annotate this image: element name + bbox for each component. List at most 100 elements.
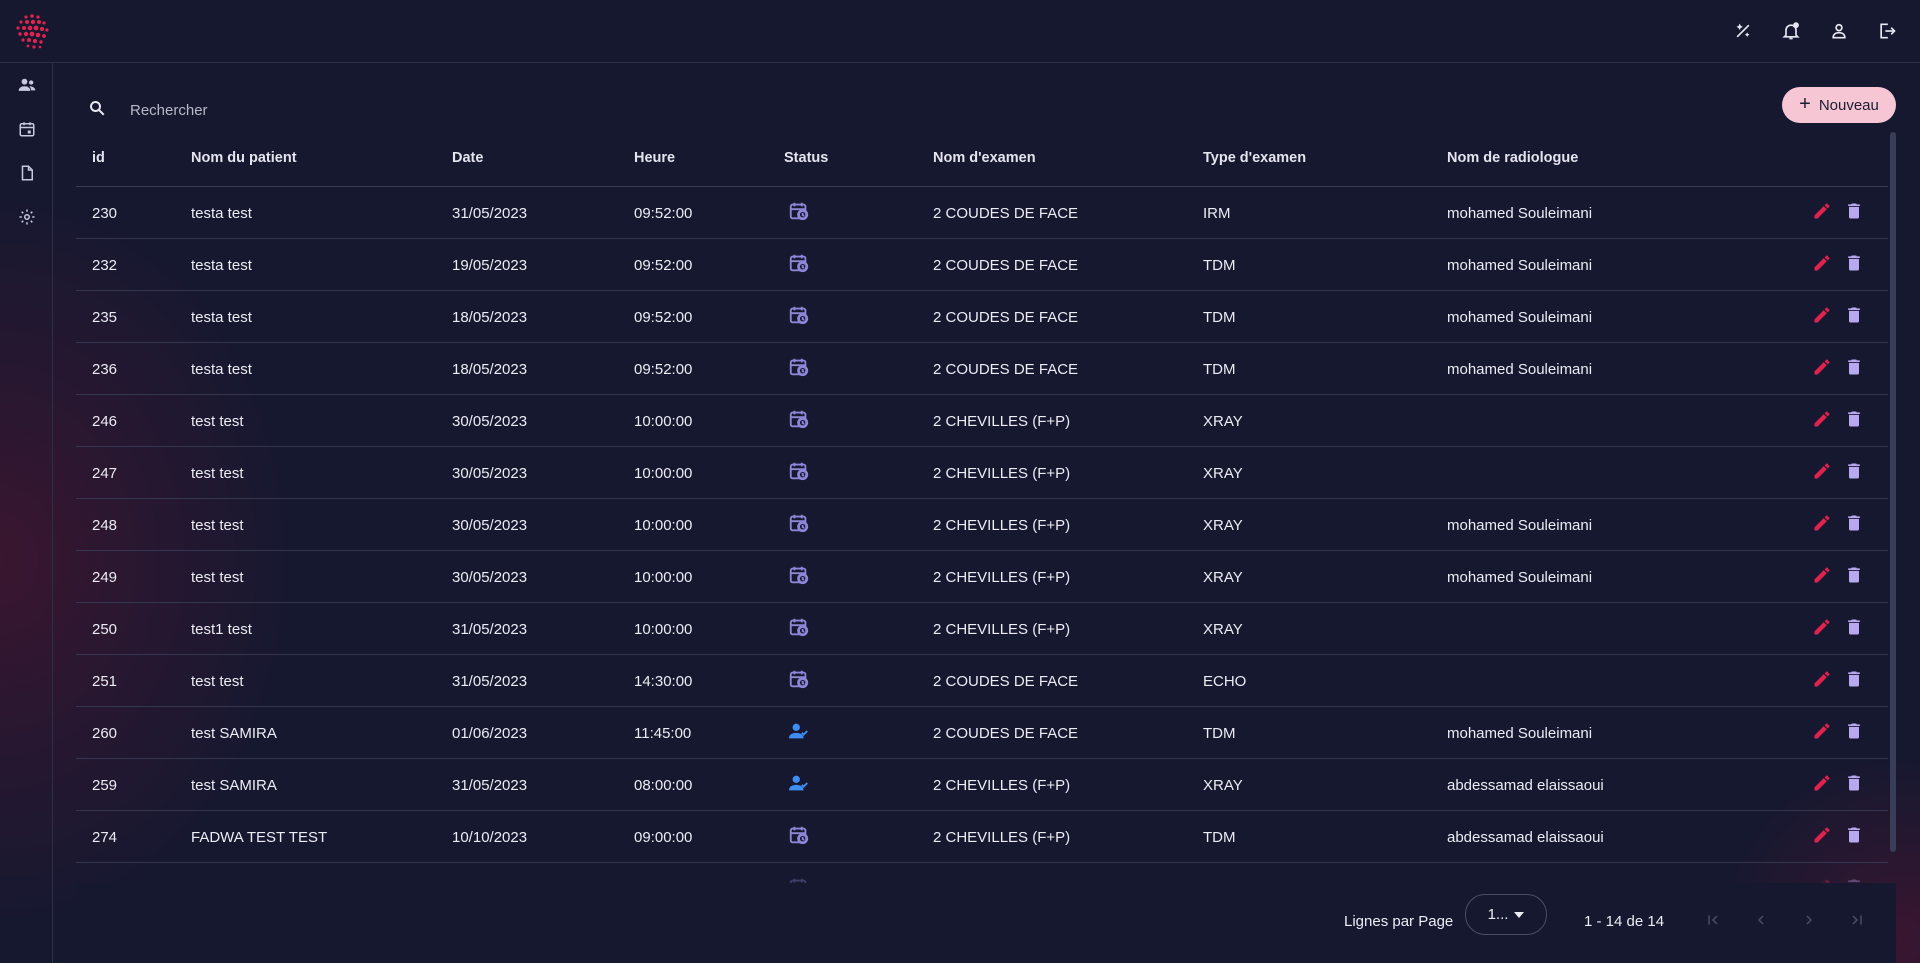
logout-icon[interactable] xyxy=(1874,16,1900,46)
table-row[interactable]: 232 testa test 19/05/2023 09:52:00 2 COUDES … xyxy=(76,239,1888,291)
edit-icon[interactable] xyxy=(1812,409,1834,431)
table-row[interactable] xyxy=(76,863,1888,884)
cell-radiologue: abdessamad elaissaoui xyxy=(1447,829,1604,846)
cell-date: 18/05/2023 xyxy=(452,309,528,326)
cell-patient: testa test xyxy=(191,309,252,326)
delete-icon[interactable] xyxy=(1844,409,1866,431)
cell-id: 230 xyxy=(92,205,118,222)
delete-icon[interactable] xyxy=(1844,253,1866,275)
new-button[interactable]: + Nouveau xyxy=(1782,87,1896,123)
delete-icon[interactable] xyxy=(1844,825,1866,847)
cell-id: 232 xyxy=(92,257,118,274)
edit-icon[interactable] xyxy=(1812,825,1834,847)
cell-type: TDM xyxy=(1203,309,1236,326)
cell-id: 248 xyxy=(92,517,118,534)
scheduled-calendar-icon xyxy=(788,356,810,378)
delete-icon[interactable] xyxy=(1844,357,1866,379)
logo-icon[interactable] xyxy=(12,12,56,52)
patient-present-icon xyxy=(788,772,810,794)
cell-patient: test test xyxy=(191,673,244,690)
column-header-patient[interactable]: Nom du patient xyxy=(191,150,297,166)
cell-type: ECHO xyxy=(1203,673,1247,690)
darkmode-toggle-icon[interactable] xyxy=(1730,16,1756,46)
delete-icon[interactable] xyxy=(1844,201,1866,223)
cell-exam: 2 COUDES DE FACE xyxy=(933,673,1079,690)
edit-icon[interactable] xyxy=(1812,721,1834,743)
column-header-exam[interactable]: Nom d'examen xyxy=(933,150,1036,166)
cell-heure: 09:52:00 xyxy=(634,205,693,222)
search-input[interactable] xyxy=(130,96,630,124)
delete-icon[interactable] xyxy=(1844,305,1866,327)
edit-icon[interactable] xyxy=(1812,461,1834,483)
cell-exam: 2 COUDES DE FACE xyxy=(933,361,1079,378)
cell-exam: 2 COUDES DE FACE xyxy=(933,257,1079,274)
sidebar-item-documents[interactable] xyxy=(0,151,53,195)
next-page-button[interactable] xyxy=(1798,909,1820,931)
delete-icon[interactable] xyxy=(1844,617,1866,639)
cell-heure: 10:00:00 xyxy=(634,569,693,586)
column-header-type[interactable]: Type d'examen xyxy=(1203,150,1306,166)
sidebar-item-calendar[interactable] xyxy=(0,107,53,151)
edit-icon[interactable] xyxy=(1812,201,1834,223)
delete-icon[interactable] xyxy=(1844,773,1866,795)
notifications-icon[interactable] xyxy=(1778,16,1804,46)
cell-date: 19/05/2023 xyxy=(452,257,528,274)
edit-icon[interactable] xyxy=(1812,617,1834,639)
table-body: 230 testa test 31/05/2023 09:52:00 2 COUDES … xyxy=(76,187,1888,884)
cell-heure: 09:52:00 xyxy=(634,361,693,378)
delete-icon[interactable] xyxy=(1844,565,1866,587)
table-row[interactable]: 249 test test 30/05/2023 10:00:00 2 CHEVILLE… xyxy=(76,551,1888,603)
delete-icon[interactable] xyxy=(1844,721,1866,743)
plus-icon: + xyxy=(1799,93,1811,115)
last-page-button[interactable] xyxy=(1846,909,1868,931)
chevron-right-icon xyxy=(1806,915,1813,925)
first-page-button[interactable] xyxy=(1702,909,1724,931)
edit-icon[interactable] xyxy=(1812,773,1834,795)
delete-icon[interactable] xyxy=(1844,669,1866,691)
cell-radiologue: abdessamad elaissaoui xyxy=(1447,777,1604,794)
profile-icon[interactable] xyxy=(1826,16,1852,46)
scheduled-calendar-icon xyxy=(788,668,810,690)
delete-icon[interactable] xyxy=(1844,513,1866,535)
column-header-heure[interactable]: Heure xyxy=(634,150,675,166)
table-row[interactable]: 250 test1 test 31/05/2023 10:00:00 2 CHEVILL… xyxy=(76,603,1888,655)
table-row[interactable]: 230 testa test 31/05/2023 09:52:00 2 COUDES … xyxy=(76,187,1888,239)
cell-patient: test1 test xyxy=(191,621,252,638)
cell-radiologue: mohamed Souleimani xyxy=(1447,725,1593,742)
edit-icon[interactable] xyxy=(1812,669,1834,691)
delete-icon[interactable] xyxy=(1844,461,1866,483)
table-row[interactable]: 246 test test 30/05/2023 10:00:00 2 CHEVILLE… xyxy=(76,395,1888,447)
rows-per-page-value: 1... xyxy=(1487,906,1509,923)
table-row[interactable]: 248 test test 30/05/2023 10:00:00 2 CHEVILLE… xyxy=(76,499,1888,551)
table-row[interactable]: 274 FADWA TEST TEST 10/10/2023 09:00:00 2 CH… xyxy=(76,811,1888,863)
sidebar-item-patients[interactable] xyxy=(0,63,53,107)
vertical-scrollbar[interactable] xyxy=(1890,132,1896,852)
pagination-range: 1 - 14 de 14 xyxy=(1584,913,1665,930)
column-header-status[interactable]: Status xyxy=(784,150,828,166)
edit-icon[interactable] xyxy=(1812,513,1834,535)
column-header-date[interactable]: Date xyxy=(452,150,483,166)
edit-icon[interactable] xyxy=(1812,357,1834,379)
sidebar-item-settings[interactable] xyxy=(0,195,53,239)
table-row[interactable]: 251 test test 31/05/2023 14:30:00 2 COUDES D… xyxy=(76,655,1888,707)
calendar-icon xyxy=(19,122,34,137)
table-row[interactable]: 236 testa test 18/05/2023 09:52:00 2 COUDES … xyxy=(76,343,1888,395)
cell-exam: 2 CHEVILLES (F+P) xyxy=(933,621,1071,638)
table-row[interactable]: 259 test SAMIRA 31/05/2023 08:00:00 2 CHEVIL… xyxy=(76,759,1888,811)
column-header-id[interactable]: id xyxy=(92,150,105,166)
table-row[interactable]: 260 test SAMIRA 01/06/2023 11:45:00 2 COUDES… xyxy=(76,707,1888,759)
cell-type: IRM xyxy=(1203,205,1231,222)
table-row[interactable]: 247 test test 30/05/2023 10:00:00 2 CHEVILLE… xyxy=(76,447,1888,499)
edit-icon[interactable] xyxy=(1812,253,1834,275)
edit-icon[interactable] xyxy=(1812,305,1834,327)
cell-id: 250 xyxy=(92,621,118,638)
app-window: + Nouveau id Nom du patient Date Heure S… xyxy=(0,0,1920,963)
rows-per-page-select[interactable]: 1... xyxy=(1465,894,1547,935)
column-header-radiologue[interactable]: Nom de radiologue xyxy=(1447,150,1578,166)
table-row[interactable]: 235 testa test 18/05/2023 09:52:00 2 COUDES … xyxy=(76,291,1888,343)
patients-icon xyxy=(18,78,35,91)
cell-patient: test test xyxy=(191,465,244,482)
edit-icon[interactable] xyxy=(1812,565,1834,587)
first-page-icon xyxy=(1708,915,1718,925)
previous-page-button[interactable] xyxy=(1750,909,1772,931)
